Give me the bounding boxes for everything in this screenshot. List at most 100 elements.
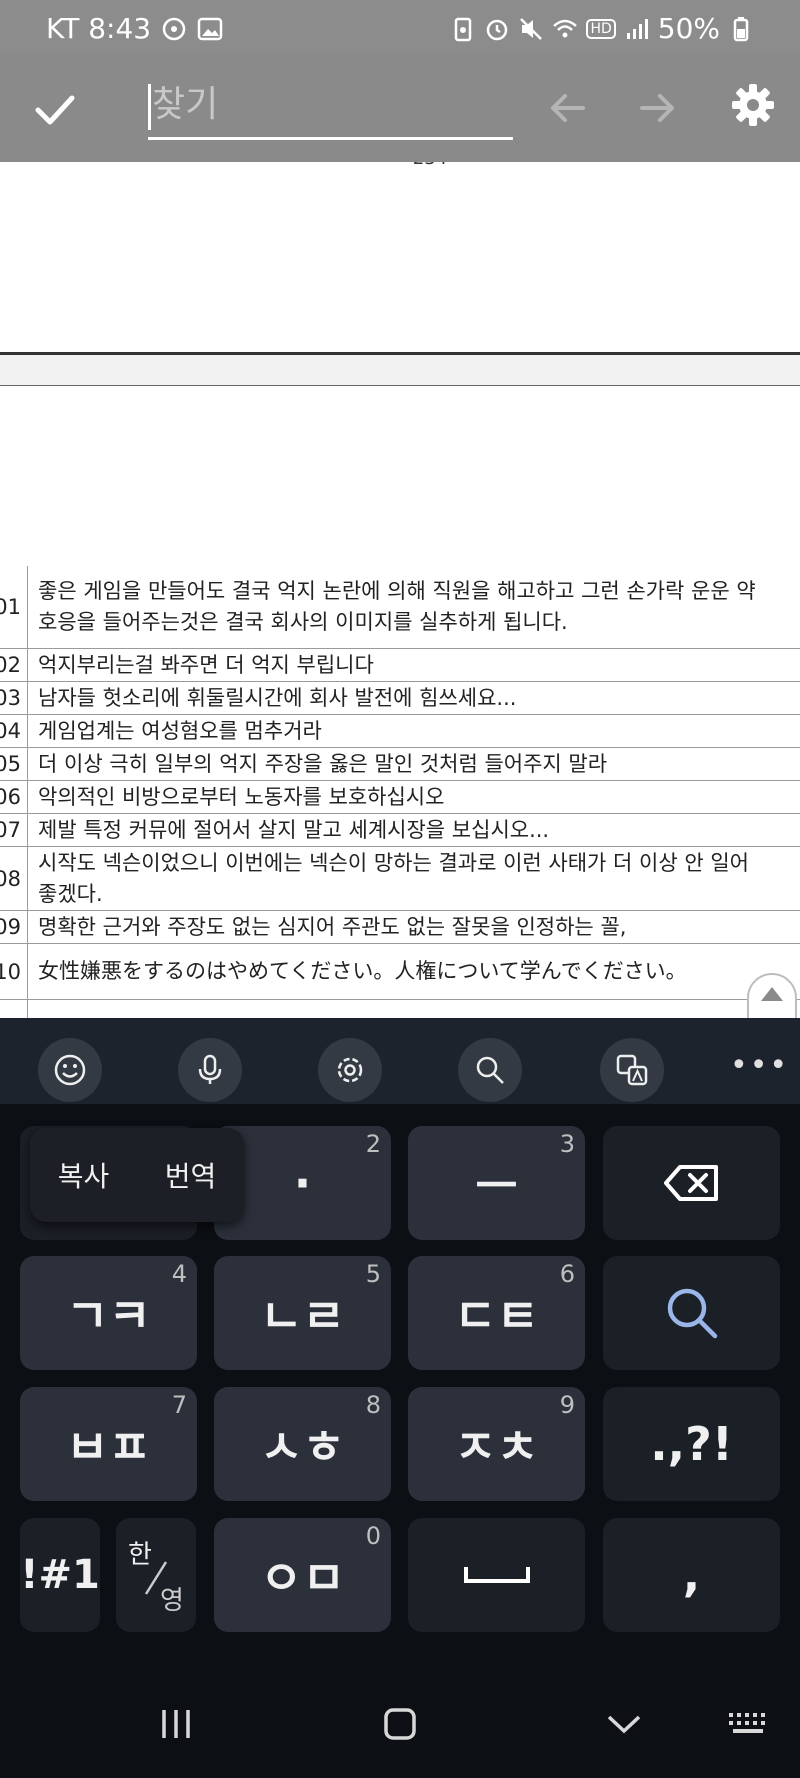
wifi-icon	[553, 19, 578, 37]
key-label: ㄱㅋ	[66, 1289, 151, 1343]
key-label: ㄴㄹ	[260, 1289, 345, 1343]
row-text: 좋은 게임을 만들어도 결국 억지 논란에 의해 직원을 해고하고 그런 손가락…	[38, 579, 756, 634]
status-left: KT 8:43	[46, 12, 223, 45]
key-label: ㄷㅌ	[454, 1289, 539, 1343]
arrow-left-icon[interactable]	[545, 86, 589, 130]
row-text: 제발 특정 커뮤에 절어서 살지 말고 세계시장을 보십시오...	[38, 817, 550, 842]
row-number: 02	[0, 649, 28, 681]
row-number: 09	[0, 911, 28, 943]
keyboard-icon	[729, 1713, 765, 1733]
translate-button[interactable]	[600, 1038, 664, 1102]
emoji-button[interactable]	[38, 1038, 102, 1102]
arrow-right-icon[interactable]	[636, 86, 680, 130]
key-dash[interactable]: ㅡ3	[408, 1126, 585, 1240]
key-sub-label: 0	[365, 1522, 381, 1550]
key-jieut-chieut[interactable]: ㅈㅊ 9	[408, 1387, 585, 1501]
space-key[interactable]	[408, 1518, 585, 1632]
home-button[interactable]	[370, 1694, 430, 1754]
slash-icon	[144, 1561, 168, 1595]
navigation-bar	[0, 1664, 800, 1778]
row-number: 03	[0, 682, 28, 714]
row-text: 명확한 근거와 주장도 없는 심지어 주관도 없는 잘못을 인정하는 꼴,	[38, 914, 627, 939]
key-sub-label: 2	[365, 1130, 381, 1158]
alarm-icon	[487, 19, 508, 40]
key-label: !#1	[20, 1552, 100, 1598]
check-icon[interactable]	[30, 84, 80, 134]
table-row: 04 게임업계는 여성혐오를 멈추거라	[0, 714, 800, 747]
key-label: .,?!	[650, 1417, 733, 1471]
row-number: 07	[0, 814, 28, 846]
carrier-time: KT 8:43	[46, 12, 152, 45]
voice-input-button[interactable]	[178, 1038, 242, 1102]
key-label: ㅇㅁ	[260, 1551, 345, 1605]
keyboard-switch-button[interactable]	[718, 1694, 778, 1754]
find-input-container	[148, 74, 513, 140]
find-input[interactable]	[148, 74, 513, 134]
sync-icon	[162, 17, 186, 40]
recents-button[interactable]	[146, 1694, 206, 1754]
table-row: 09 명확한 근거와 주장도 없는 심지어 주관도 없는 잘못을 인정하는 꼴,	[0, 910, 800, 943]
table-row: 02 억지부리는걸 봐주면 더 억지 부립니다	[0, 648, 800, 681]
key-giyeok-kieuk[interactable]: ㄱㅋ 4	[20, 1256, 197, 1370]
table-row: 07 제발 특정 커뮤에 절어서 살지 말고 세계시장을 보십시오...	[0, 813, 800, 846]
home-icon	[384, 1708, 416, 1740]
key-label: ㅡ	[475, 1159, 518, 1213]
key-sub-label: 8	[365, 1391, 381, 1419]
key-bieup-pieup[interactable]: ㅂㅍ 7	[20, 1387, 197, 1501]
table-row: 01 좋은 게임을 만들어도 결국 억지 논란에 의해 직원을 해고하고 그런 …	[0, 566, 800, 648]
key-nieun-rieul[interactable]: ㄴㄹ 5	[214, 1256, 391, 1370]
table-row: 06 악의적인 비방으로부터 노동자를 보호하십시오	[0, 780, 800, 813]
battery-percent: 50%	[657, 12, 720, 45]
status-bar: KT 8:43 HD 50%	[0, 0, 800, 54]
key-label: ㅅㅎ	[260, 1420, 345, 1474]
key-siot-hieut[interactable]: ㅅㅎ 8	[214, 1387, 391, 1501]
table-row: 08 시작도 넥슨이었으니 이번에는 넥슨이 망하는 결과로 이런 사태가 더 …	[0, 846, 800, 910]
key-label: ,	[682, 1548, 701, 1602]
row-text: 더 이상 극히 일부의 억지 주장을 옳은 말인 것처럼 들어주지 말라	[38, 751, 608, 776]
key-label-bottom: 영	[160, 1586, 184, 1616]
scroll-up-icon[interactable]	[761, 987, 783, 1001]
key-digeut-tieut[interactable]: ㄷㅌ 6	[408, 1256, 585, 1370]
row-text: 악의적인 비방으로부터 노동자를 보호하십시오	[38, 784, 445, 809]
row-text: 女性嫌悪をするのはやめてください。人権について学んでください。	[38, 959, 687, 983]
row-number: 08	[0, 847, 28, 910]
translate-icon	[616, 1054, 648, 1086]
space-icon	[463, 1567, 530, 1583]
table-row: 05 더 이상 극히 일부의 억지 주장을 옳은 말인 것처럼 들어주지 말라	[0, 747, 800, 780]
copy-action[interactable]: 복사	[58, 1155, 110, 1195]
battery-icon	[733, 16, 749, 41]
row-number	[0, 1000, 28, 1018]
row-text: 게임업계는 여성혐오를 멈추거라	[38, 718, 322, 743]
text-cursor	[148, 84, 151, 130]
mute-icon	[520, 17, 543, 40]
backspace-icon	[663, 1165, 718, 1201]
recents-icon	[162, 1710, 190, 1738]
translate-action[interactable]: 번역	[165, 1155, 217, 1195]
key-sub-label: 9	[559, 1391, 575, 1419]
punctuation-key[interactable]: .,?!	[603, 1387, 780, 1501]
signal-icon	[626, 18, 648, 39]
table-row: 10 女性嫌悪をするのはやめてください。人権について学んでください。	[0, 943, 800, 999]
search-key[interactable]	[603, 1256, 780, 1370]
microphone-icon	[198, 1054, 222, 1084]
comma-key[interactable]: ,	[603, 1518, 780, 1632]
more-icon[interactable]: •••	[730, 1048, 789, 1083]
settings-icon	[337, 1057, 363, 1083]
page-number: 234	[0, 162, 800, 169]
scroll-control	[747, 973, 797, 1018]
symbols-key[interactable]: !#1	[20, 1518, 100, 1632]
key-sub-label: 3	[559, 1130, 575, 1158]
keyboard-settings-button[interactable]	[318, 1038, 382, 1102]
language-switch-key[interactable]: 한 영	[116, 1518, 196, 1632]
keyboard-search-button[interactable]	[458, 1038, 522, 1102]
backspace-key[interactable]	[603, 1126, 780, 1240]
hide-keyboard-button[interactable]	[594, 1694, 654, 1754]
row-text: 시작도 넥슨이었으니 이번에는 넥슨이 망하는 결과로 이런 사태가 더 이상 …	[38, 850, 749, 906]
document-view[interactable]: 234 01 좋은 게임을 만들어도 결국 억지 논란에 의해 직원을 해고하고…	[0, 162, 800, 1018]
key-ieung-mieum[interactable]: ㅇㅁ 0	[214, 1518, 391, 1632]
row-number: 10	[0, 944, 28, 999]
page-separator	[0, 352, 800, 386]
gear-icon[interactable]	[730, 82, 776, 128]
text-action-popup: 복사 번역	[30, 1128, 244, 1222]
key-label: ㅂㅍ	[66, 1420, 151, 1474]
